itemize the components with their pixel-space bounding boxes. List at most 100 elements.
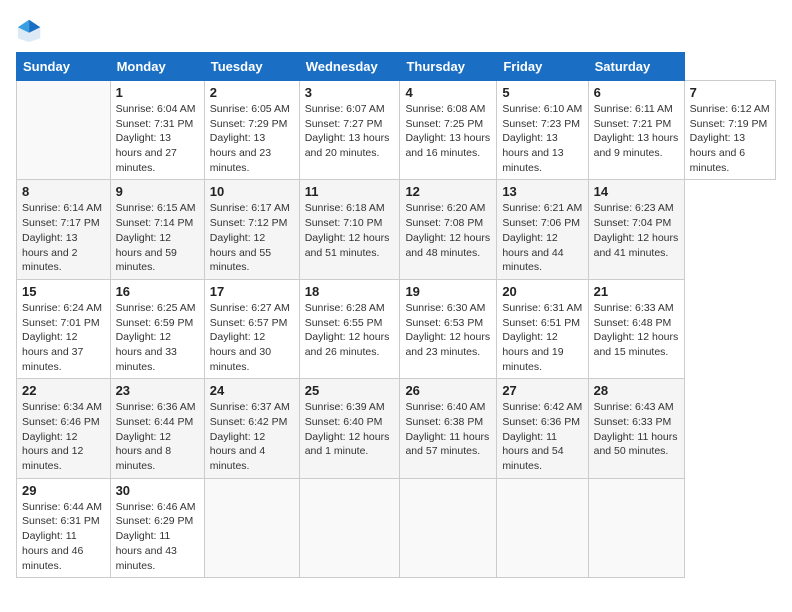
day-info: Sunrise: 6:17 AMSunset: 7:12 PMDaylight:… [210, 201, 294, 274]
calendar-cell: 8 Sunrise: 6:14 AMSunset: 7:17 PMDaylight… [17, 180, 111, 279]
calendar-cell [204, 478, 299, 577]
calendar-cell: 25Sunrise: 6:39 AMSunset: 6:40 PMDayligh… [299, 379, 400, 478]
day-info: Sunrise: 6:08 AMSunset: 7:25 PMDaylight:… [405, 102, 491, 161]
calendar-cell: 28 Sunrise: 6:43 AMSunset: 6:33 PMDayligh… [588, 379, 684, 478]
day-number: 8 [22, 184, 105, 199]
day-info: Sunrise: 6:37 AMSunset: 6:42 PMDaylight:… [210, 400, 294, 473]
day-of-week-header: Wednesday [299, 53, 400, 81]
day-number: 22 [22, 383, 105, 398]
calendar-cell: 21Sunrise: 6:33 AMSunset: 6:48 PMDayligh… [588, 279, 684, 378]
calendar-cell: 15 Sunrise: 6:24 AMSunset: 7:01 PMDayligh… [17, 279, 111, 378]
calendar-cell: 20 Sunrise: 6:31 AMSunset: 6:51 PMDayligh… [497, 279, 588, 378]
day-number: 15 [22, 284, 105, 299]
calendar-cell: 23 Sunrise: 6:36 AMSunset: 6:44 PMDayligh… [110, 379, 204, 478]
calendar-week-row: 15 Sunrise: 6:24 AMSunset: 7:01 PMDayligh… [17, 279, 776, 378]
calendar-cell: 5 Sunrise: 6:10 AMSunset: 7:23 PMDaylight… [497, 81, 588, 180]
calendar-cell [588, 478, 684, 577]
calendar-cell: 16 Sunrise: 6:25 AMSunset: 6:59 PMDayligh… [110, 279, 204, 378]
calendar-cell: 27 Sunrise: 6:42 AMSunset: 6:36 PMDayligh… [497, 379, 588, 478]
day-info: Sunrise: 6:40 AMSunset: 6:38 PMDaylight:… [405, 400, 491, 459]
calendar-cell: 19Sunrise: 6:30 AMSunset: 6:53 PMDayligh… [400, 279, 497, 378]
day-of-week-header: Monday [110, 53, 204, 81]
day-number: 26 [405, 383, 491, 398]
day-number: 18 [305, 284, 395, 299]
day-info: Sunrise: 6:14 AMSunset: 7:17 PMDaylight:… [22, 201, 105, 274]
day-info: Sunrise: 6:46 AMSunset: 6:29 PMDaylight:… [116, 500, 199, 573]
calendar-cell: 29 Sunrise: 6:44 AMSunset: 6:31 PMDayligh… [17, 478, 111, 577]
day-number: 2 [210, 85, 294, 100]
calendar-cell: 22 Sunrise: 6:34 AMSunset: 6:46 PMDayligh… [17, 379, 111, 478]
day-number: 21 [594, 284, 679, 299]
calendar-cell: 6 Sunrise: 6:11 AMSunset: 7:21 PMDaylight… [588, 81, 684, 180]
calendar-cell [400, 478, 497, 577]
calendar-cell: 1 Sunrise: 6:04 AMSunset: 7:31 PMDaylight… [110, 81, 204, 180]
day-number: 30 [116, 483, 199, 498]
day-number: 3 [305, 85, 395, 100]
day-info: Sunrise: 6:21 AMSunset: 7:06 PMDaylight:… [502, 201, 582, 274]
day-number: 25 [305, 383, 395, 398]
calendar-week-row: 8 Sunrise: 6:14 AMSunset: 7:17 PMDaylight… [17, 180, 776, 279]
calendar-table: SundayMondayTuesdayWednesdayThursdayFrid… [16, 52, 776, 578]
calendar-cell: 2Sunrise: 6:05 AMSunset: 7:29 PMDaylight… [204, 81, 299, 180]
calendar-cell [299, 478, 400, 577]
day-number: 17 [210, 284, 294, 299]
day-number: 1 [116, 85, 199, 100]
logo-icon [16, 16, 44, 44]
calendar-cell: 13 Sunrise: 6:21 AMSunset: 7:06 PMDayligh… [497, 180, 588, 279]
day-info: Sunrise: 6:18 AMSunset: 7:10 PMDaylight:… [305, 201, 395, 260]
calendar-week-row: 29 Sunrise: 6:44 AMSunset: 6:31 PMDayligh… [17, 478, 776, 577]
day-number: 16 [116, 284, 199, 299]
day-info: Sunrise: 6:30 AMSunset: 6:53 PMDaylight:… [405, 301, 491, 360]
day-number: 6 [594, 85, 679, 100]
calendar-cell: 24 Sunrise: 6:37 AMSunset: 6:42 PMDayligh… [204, 379, 299, 478]
day-number: 5 [502, 85, 582, 100]
day-of-week-header: Thursday [400, 53, 497, 81]
day-number: 7 [690, 85, 770, 100]
calendar-cell: 26 Sunrise: 6:40 AMSunset: 6:38 PMDayligh… [400, 379, 497, 478]
calendar-cell: 4 Sunrise: 6:08 AMSunset: 7:25 PMDaylight… [400, 81, 497, 180]
day-info: Sunrise: 6:36 AMSunset: 6:44 PMDaylight:… [116, 400, 199, 473]
day-info: Sunrise: 6:04 AMSunset: 7:31 PMDaylight:… [116, 102, 199, 175]
page-header [16, 16, 776, 44]
calendar-cell: 12 Sunrise: 6:20 AMSunset: 7:08 PMDayligh… [400, 180, 497, 279]
day-number: 14 [594, 184, 679, 199]
day-info: Sunrise: 6:07 AMSunset: 7:27 PMDaylight:… [305, 102, 395, 161]
day-info: Sunrise: 6:43 AMSunset: 6:33 PMDaylight:… [594, 400, 679, 459]
calendar-cell: 7 Sunrise: 6:12 AMSunset: 7:19 PMDaylight… [684, 81, 775, 180]
day-of-week-header: Friday [497, 53, 588, 81]
day-number: 27 [502, 383, 582, 398]
calendar-week-row: 1 Sunrise: 6:04 AMSunset: 7:31 PMDaylight… [17, 81, 776, 180]
day-number: 28 [594, 383, 679, 398]
day-number: 23 [116, 383, 199, 398]
day-info: Sunrise: 6:42 AMSunset: 6:36 PMDaylight:… [502, 400, 582, 473]
calendar-cell: 11 Sunrise: 6:18 AMSunset: 7:10 PMDayligh… [299, 180, 400, 279]
day-number: 13 [502, 184, 582, 199]
day-info: Sunrise: 6:24 AMSunset: 7:01 PMDaylight:… [22, 301, 105, 374]
calendar-cell [17, 81, 111, 180]
day-info: Sunrise: 6:28 AMSunset: 6:55 PMDaylight:… [305, 301, 395, 360]
day-number: 9 [116, 184, 199, 199]
day-number: 4 [405, 85, 491, 100]
calendar-cell [497, 478, 588, 577]
day-number: 20 [502, 284, 582, 299]
day-info: Sunrise: 6:25 AMSunset: 6:59 PMDaylight:… [116, 301, 199, 374]
day-number: 11 [305, 184, 395, 199]
calendar-cell: 18 Sunrise: 6:28 AMSunset: 6:55 PMDayligh… [299, 279, 400, 378]
day-info: Sunrise: 6:23 AMSunset: 7:04 PMDaylight:… [594, 201, 679, 260]
day-of-week-header: Tuesday [204, 53, 299, 81]
day-info: Sunrise: 6:11 AMSunset: 7:21 PMDaylight:… [594, 102, 679, 161]
day-number: 10 [210, 184, 294, 199]
day-number: 29 [22, 483, 105, 498]
day-info: Sunrise: 6:20 AMSunset: 7:08 PMDaylight:… [405, 201, 491, 260]
day-of-week-header: Sunday [17, 53, 111, 81]
day-number: 12 [405, 184, 491, 199]
calendar-cell: 9Sunrise: 6:15 AMSunset: 7:14 PMDaylight… [110, 180, 204, 279]
day-info: Sunrise: 6:44 AMSunset: 6:31 PMDaylight:… [22, 500, 105, 573]
calendar-cell: 14 Sunrise: 6:23 AMSunset: 7:04 PMDayligh… [588, 180, 684, 279]
day-info: Sunrise: 6:10 AMSunset: 7:23 PMDaylight:… [502, 102, 582, 175]
day-info: Sunrise: 6:34 AMSunset: 6:46 PMDaylight:… [22, 400, 105, 473]
day-info: Sunrise: 6:12 AMSunset: 7:19 PMDaylight:… [690, 102, 770, 175]
day-info: Sunrise: 6:31 AMSunset: 6:51 PMDaylight:… [502, 301, 582, 374]
calendar-cell: 10 Sunrise: 6:17 AMSunset: 7:12 PMDayligh… [204, 180, 299, 279]
day-number: 24 [210, 383, 294, 398]
